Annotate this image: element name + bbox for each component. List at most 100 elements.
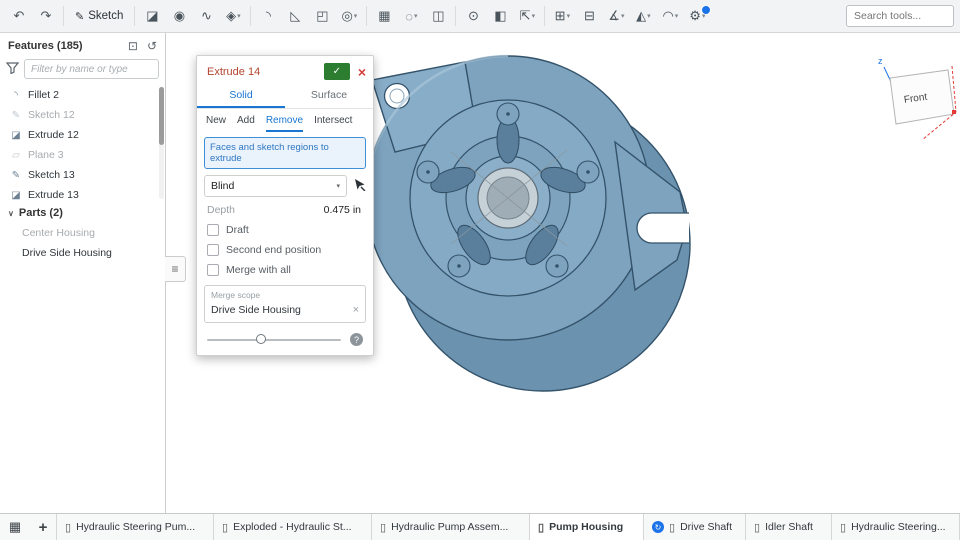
circular-pattern-tool-icon[interactable]: ◌▾ [398,4,424,28]
parts-section-header[interactable]: ∨ Parts (2) [0,201,165,223]
delete-face-tool-icon[interactable]: ⊟ [576,4,602,28]
sketch-button[interactable]: ✎ Sketch [68,4,130,28]
merge-scope-value[interactable]: Drive Side Housing [211,304,301,316]
filter-icon[interactable] [6,62,19,77]
linear-pattern-tool-icon[interactable]: ▦ [371,4,397,28]
feature-item-sketch-12[interactable]: ✎ Sketch 12 [0,105,165,125]
sheet-metal-tool-icon[interactable]: ◭▾ [630,4,656,28]
tab-drive-shaft[interactable]: ↻ ▯ Drive Shaft [644,514,746,540]
document-icon: ▯ [754,521,760,534]
surface-tools-icon[interactable]: ◠▾ [657,4,683,28]
merge-all-checkbox[interactable] [207,264,219,276]
viewcube-z-axis-label: z [878,56,883,66]
tab-hydraulic-steering[interactable]: ▯ Hydraulic Steering... [832,514,960,540]
second-end-checkbox-row[interactable]: Second end position [207,244,363,256]
cancel-button[interactable]: × [358,65,366,79]
confirm-button[interactable]: ✓ [324,63,350,80]
search-tools-input[interactable] [846,5,954,27]
tab-label: Exploded - Hydraulic St... [233,521,351,533]
tab-label: Idler Shaft [765,521,813,533]
redo-icon[interactable]: ↷ [33,4,59,28]
mode-new[interactable]: New [206,115,226,132]
preview-slider[interactable] [207,339,341,341]
feature-filter-input[interactable] [24,59,159,79]
tab-exploded-hydraulic[interactable]: ▯ Exploded - Hydraulic St... [214,514,372,540]
view-cube[interactable]: z Front [860,52,958,144]
split-tool-icon[interactable]: ◧ [487,4,513,28]
shell-tool-icon[interactable]: ◰ [309,4,335,28]
mode-intersect[interactable]: Intersect [314,115,352,132]
mode-remove[interactable]: Remove [266,115,303,132]
loft-tool-icon[interactable]: ◈▾ [220,4,246,28]
panel-options-icon[interactable]: ⊡ [128,39,138,53]
remove-merge-scope-icon[interactable]: × [353,304,359,316]
sketch-button-label: Sketch [88,10,123,22]
toolbar-separator [250,6,251,26]
end-condition-select[interactable]: Blind ▾ [204,175,347,197]
feature-item-label: Fillet 2 [28,89,59,101]
second-end-checkbox-label: Second end position [226,244,321,256]
chevron-down-icon: ▾ [675,12,679,20]
tab-hydraulic-pump-assembly[interactable]: ▯ Hydraulic Pump Assem... [372,514,530,540]
draft-checkbox-row[interactable]: Draft [207,224,363,236]
extrude-tool-icon[interactable]: ◪ [139,4,165,28]
help-icon[interactable]: ? [350,333,363,346]
tab-manager-icon[interactable]: ▦ [0,514,30,540]
scrollbar-thumb[interactable] [159,87,164,145]
flip-direction-icon[interactable] [353,178,366,194]
list-icon: ≡ [171,262,178,276]
tab-pump-housing[interactable]: ▯ Pump Housing [530,514,644,540]
revolve-tool-icon[interactable]: ◉ [166,4,192,28]
tab-label: Hydraulic Steering Pum... [76,521,195,533]
chevron-down-icon: ▾ [532,12,536,20]
toolbar-separator [544,6,545,26]
feature-item-extrude-12[interactable]: ◪ Extrude 12 [0,125,165,145]
sketch-icon: ✎ [10,170,22,181]
feature-item-sketch-13[interactable]: ✎ Sketch 13 [0,165,165,185]
feature-item-extrude-13[interactable]: ◪ Extrude 13 [0,185,165,201]
feature-item-plane-3[interactable]: ▱ Plane 3 [0,145,165,165]
document-icon: ▯ [669,521,675,534]
document-icon: ▯ [840,521,846,534]
mirror-tool-icon[interactable]: ◫ [425,4,451,28]
depth-label: Depth [207,204,235,216]
add-tab-button[interactable]: + [30,514,56,540]
tab-hydraulic-steering-pump[interactable]: ▯ Hydraulic Steering Pum... [56,514,214,540]
depth-value-field[interactable]: 0.475 in [324,204,363,216]
panel-collapse-handle[interactable]: ≡ [165,256,186,282]
sweep-tool-icon[interactable]: ∿ [193,4,219,28]
mode-add[interactable]: Add [237,115,255,132]
chamfer-tool-icon[interactable]: ◺ [282,4,308,28]
merge-all-checkbox-label: Merge with all [226,264,291,276]
end-condition-value: Blind [211,180,234,192]
custom-features-tool-icon[interactable]: ⚙ ▾ [684,4,710,28]
rollback-history-icon[interactable]: ↺ [147,39,157,53]
feature-item-fillet-2[interactable]: ◝ Fillet 2 [0,85,165,105]
tab-idler-shaft[interactable]: ▯ Idler Shaft [746,514,832,540]
boolean-tool-icon[interactable]: ⊙ [460,4,486,28]
parts-section-title: Parts (2) [19,207,63,219]
faces-selection-field[interactable]: Faces and sketch regions to extrude [204,137,366,169]
tab-surface[interactable]: Surface [285,85,373,108]
hole-tool-icon[interactable]: ◎▾ [336,4,362,28]
draft-checkbox[interactable] [207,224,219,236]
document-icon: ▯ [538,521,544,534]
part-item-drive-side-housing[interactable]: Drive Side Housing [0,243,165,263]
pencil-icon: ✎ [75,10,84,23]
extrude-feature-dialog: Extrude 14 ✓ × Solid Surface New Add Rem… [196,55,374,356]
transform-tool-icon[interactable]: ⇱▾ [514,4,540,28]
fillet-tool-icon[interactable]: ◝ [255,4,281,28]
extrude-icon: ◪ [10,130,22,141]
modify-fillet-tool-icon[interactable]: ⊞▾ [549,4,575,28]
tab-solid[interactable]: Solid [197,85,285,108]
document-icon: ▯ [65,521,71,534]
measure-tool-icon[interactable]: ∡▾ [603,4,629,28]
preview-slider-knob[interactable] [256,334,266,344]
extrude-icon: ◪ [10,190,22,201]
undo-icon[interactable]: ↶ [6,4,32,28]
second-end-checkbox[interactable] [207,244,219,256]
chevron-down-icon: ▾ [621,12,625,20]
dialog-title[interactable]: Extrude 14 [207,66,324,78]
part-item-center-housing[interactable]: Center Housing [0,223,165,243]
merge-all-checkbox-row[interactable]: Merge with all [207,264,363,276]
